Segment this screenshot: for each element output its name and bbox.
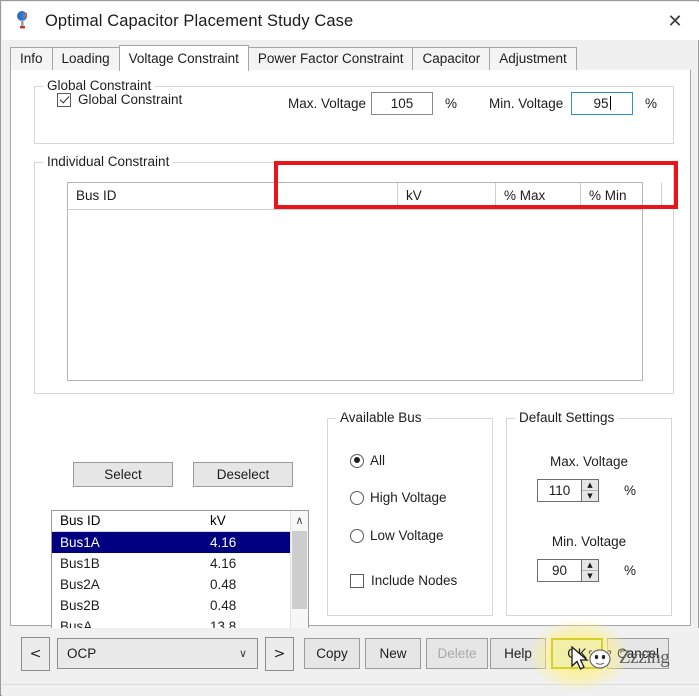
close-icon[interactable]: ✕: [651, 2, 699, 40]
scroll-up-icon[interactable]: ∧: [291, 511, 308, 529]
default-settings-group-label: Default Settings: [515, 410, 618, 425]
kv-cell: 0.48: [210, 574, 236, 595]
previous-study-case-button[interactable]: <: [21, 637, 50, 671]
deselect-button[interactable]: Deselect: [193, 462, 293, 487]
bus-id-cell: Bus1A: [60, 532, 100, 553]
tab-info[interactable]: Info: [10, 47, 53, 70]
include-nodes-checkbox[interactable]: Include Nodes: [350, 573, 457, 588]
global-min-voltage-unit: %: [645, 96, 657, 111]
default-max-voltage-stepper[interactable]: 110 ▲ ▼: [537, 479, 599, 502]
individual-constraint-group: Individual Constraint Bus ID kV % Max % …: [34, 162, 674, 394]
grid-header-row: Bus ID kV % Max % Min: [68, 183, 642, 210]
radio-icon: [350, 529, 364, 543]
capacitor-icon: [13, 10, 35, 32]
radio-icon: [350, 491, 364, 505]
radio-high-voltage-label: High Voltage: [370, 490, 447, 505]
list-item[interactable]: Bus2A 0.48: [52, 574, 291, 595]
default-settings-group: Default Settings: [506, 418, 672, 616]
kv-cell: 4.16: [210, 553, 236, 574]
select-button[interactable]: Select: [73, 462, 173, 487]
global-constraint-checkbox-label: Global Constraint: [78, 92, 182, 107]
cancel-button[interactable]: Cancel: [607, 638, 669, 669]
tab-power-factor-constraint[interactable]: Power Factor Constraint: [248, 47, 414, 70]
bus-list-header: Bus ID kV: [52, 511, 308, 532]
default-min-voltage-stepper[interactable]: 90 ▲ ▼: [537, 559, 599, 582]
tab-content-pane: Global Constraint Global Constraint Max.…: [10, 70, 691, 626]
global-max-voltage-input[interactable]: 105: [371, 92, 433, 115]
title-bar: Optimal Capacitor Placement Study Case ✕: [2, 2, 699, 40]
stepper-down-icon[interactable]: ▼: [582, 571, 598, 581]
tab-adjustment[interactable]: Adjustment: [489, 47, 577, 70]
default-max-voltage-unit: %: [624, 483, 636, 498]
bus-id-cell: Bus2B: [60, 595, 100, 616]
chevron-down-icon[interactable]: ∨: [239, 647, 247, 660]
individual-constraint-group-label: Individual Constraint: [43, 154, 173, 169]
tab-capacitor[interactable]: Capacitor: [412, 47, 490, 70]
tab-voltage-constraint[interactable]: Voltage Constraint: [119, 45, 249, 71]
checkbox-icon: [57, 93, 71, 107]
default-min-voltage-input[interactable]: 90: [537, 559, 581, 582]
available-bus-group-label: Available Bus: [336, 410, 426, 425]
grid-col-pct-min[interactable]: % Min: [581, 183, 662, 209]
default-min-voltage-unit: %: [624, 563, 636, 578]
help-button[interactable]: Help: [490, 638, 546, 669]
stepper-buttons[interactable]: ▲ ▼: [581, 559, 599, 582]
radio-all[interactable]: All: [350, 453, 385, 468]
grid-col-kv[interactable]: kV: [398, 183, 496, 209]
scroll-thumb-vertical[interactable]: [292, 531, 307, 609]
study-case-combo[interactable]: OCP ∨: [57, 638, 258, 669]
radio-low-voltage-label: Low Voltage: [370, 528, 444, 543]
radio-high-voltage[interactable]: High Voltage: [350, 490, 447, 505]
individual-constraint-grid[interactable]: Bus ID kV % Max % Min: [67, 182, 643, 381]
kv-cell: 0.48: [210, 595, 236, 616]
global-min-voltage-input[interactable]: 95: [571, 92, 633, 115]
stepper-up-icon[interactable]: ▲: [582, 560, 598, 571]
status-line: [2, 684, 699, 694]
grid-col-bus-id[interactable]: Bus ID: [68, 183, 398, 209]
global-min-voltage-value: 95: [593, 96, 608, 111]
copy-button[interactable]: Copy: [304, 638, 360, 669]
window-title: Optimal Capacitor Placement Study Case: [45, 12, 353, 31]
next-study-case-button[interactable]: >: [265, 637, 294, 671]
radio-low-voltage[interactable]: Low Voltage: [350, 528, 444, 543]
checkbox-icon: [350, 574, 364, 588]
grid-col-pct-max[interactable]: % Max: [496, 183, 581, 209]
bus-id-cell: Bus2A: [60, 574, 100, 595]
radio-icon: [350, 454, 364, 468]
ok-button[interactable]: OK: [551, 638, 603, 669]
study-case-value: OCP: [67, 646, 96, 661]
global-max-voltage-label: Max. Voltage: [288, 96, 366, 111]
default-max-voltage-input[interactable]: 110: [537, 479, 581, 502]
stepper-down-icon[interactable]: ▼: [582, 491, 598, 501]
include-nodes-label: Include Nodes: [371, 573, 457, 588]
default-min-voltage-label: Min. Voltage: [506, 534, 672, 549]
global-constraint-group-label: Global Constraint: [43, 78, 155, 93]
delete-button: Delete: [426, 638, 488, 669]
kv-cell: 4.16: [210, 532, 236, 553]
stepper-buttons[interactable]: ▲ ▼: [581, 479, 599, 502]
bus-id-cell: Bus1B: [60, 553, 100, 574]
global-constraint-checkbox[interactable]: Global Constraint: [57, 92, 182, 107]
tab-loading[interactable]: Loading: [52, 47, 120, 70]
stepper-up-icon[interactable]: ▲: [582, 480, 598, 491]
list-item[interactable]: Bus2B 0.48: [52, 595, 291, 616]
dialog-window: Optimal Capacitor Placement Study Case ✕…: [0, 0, 699, 696]
radio-all-label: All: [370, 453, 385, 468]
default-max-voltage-label: Max. Voltage: [506, 454, 672, 469]
tab-bar: Info Loading Voltage Constraint Power Fa…: [10, 46, 691, 71]
list-item[interactable]: Bus1B 4.16: [52, 553, 291, 574]
global-max-voltage-unit: %: [445, 96, 457, 111]
new-button[interactable]: New: [365, 638, 421, 669]
bus-list-col-bus-id[interactable]: Bus ID: [60, 513, 101, 528]
global-min-voltage-label: Min. Voltage: [489, 96, 563, 111]
bus-list-col-kv[interactable]: kV: [210, 513, 226, 528]
list-item[interactable]: Bus1A 4.16: [52, 532, 291, 553]
text-caret: [610, 96, 611, 110]
